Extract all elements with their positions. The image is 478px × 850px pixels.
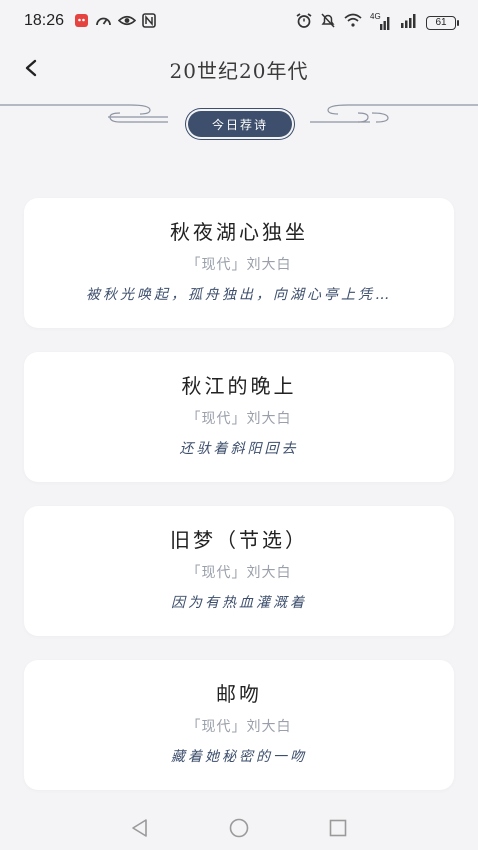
circle-home-icon [227,818,251,844]
eye-icon [117,13,137,32]
poem-card[interactable]: 秋江的晚上 「现代」刘大白 还驮着斜阳回去 [24,352,454,482]
battery-indicator: 61 [426,15,459,30]
poem-title: 秋江的晚上 [181,374,297,398]
app-notification-icon [74,13,89,32]
speedometer-icon [95,13,112,32]
poem-card[interactable]: 邮吻 「现代」刘大白 藏着她秘密的一吻 [24,660,454,790]
poem-title: 邮吻 [216,682,262,706]
signal-bars-icon [400,13,418,32]
nav-back-button[interactable] [128,816,152,840]
status-left-icons [74,13,156,32]
wifi-icon [344,13,362,32]
nav-home-button[interactable] [227,816,251,840]
page-title: 20世纪20年代 [169,59,309,83]
poem-excerpt: 因为有热血灌溉着 [171,595,307,611]
alarm-icon [296,13,312,32]
poem-author: 「现代」刘大白 [186,257,292,273]
triangle-back-icon [128,819,152,844]
poem-card[interactable]: 旧梦（节选） 「现代」刘大白 因为有热血灌溉着 [24,506,454,636]
header: 20世纪20年代 [0,44,478,92]
status-right-icons: 4G 61 [296,12,459,32]
system-nav-bar [0,804,478,850]
poem-author: 「现代」刘大白 [186,565,292,581]
square-recents-icon [326,819,350,844]
nav-recents-button[interactable] [326,816,350,840]
poem-excerpt: 被秋光唤起，孤舟独出，向湖心亭上凭… [86,287,392,303]
poem-excerpt: 还驮着斜阳回去 [179,441,299,457]
poem-excerpt: 藏着她秘密的一吻 [171,749,307,765]
poem-title: 旧梦（节选） [170,528,308,552]
poem-author: 「现代」刘大白 [186,719,292,735]
status-bar: 18:26 4G 61 [0,0,478,44]
mute-bell-icon [320,13,336,32]
status-time: 18:26 [24,12,65,29]
nfc-icon [142,13,156,32]
poem-author: 「现代」刘大白 [186,411,292,427]
poem-card[interactable]: 秋夜湖心独坐 「现代」刘大白 被秋光唤起，孤舟独出，向湖心亭上凭… [24,198,454,328]
today-recommendation-badge: 今日荐诗 [188,111,292,137]
cellular-signal-icon: 4G [370,12,392,30]
poem-title: 秋夜湖心独坐 [170,220,308,244]
